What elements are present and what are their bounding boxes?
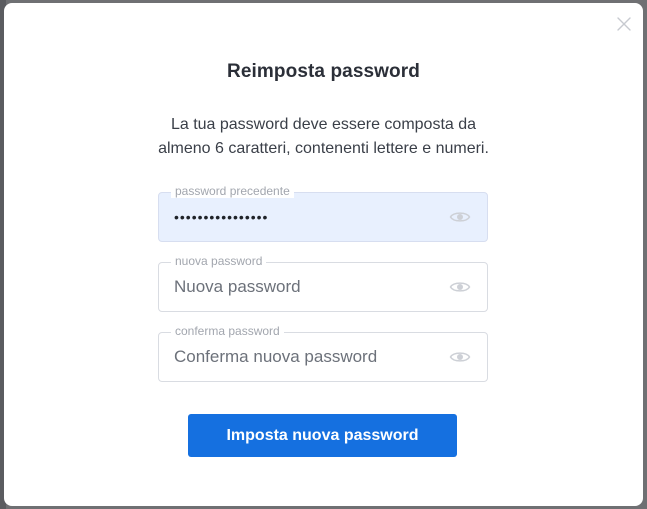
eye-icon xyxy=(449,352,471,362)
close-icon xyxy=(617,17,631,31)
set-new-password-button[interactable]: Imposta nuova password xyxy=(188,414,457,457)
close-button[interactable] xyxy=(615,15,633,33)
confirm-password-field: conferma password xyxy=(158,324,488,382)
description-line-1: La tua password deve essere composta da xyxy=(170,116,477,133)
old-password-visibility-toggle[interactable] xyxy=(449,209,471,225)
eye-icon xyxy=(449,212,471,222)
dialog-description: La tua password deve essere composta da … xyxy=(4,113,643,161)
confirm-password-visibility-toggle[interactable] xyxy=(449,349,471,365)
eye-icon xyxy=(449,282,471,292)
new-password-input[interactable] xyxy=(174,263,444,311)
new-password-field: nuova password xyxy=(158,254,488,312)
dialog-title: Reimposta password xyxy=(227,61,420,82)
description-line-2: almeno 6 caratteri, contenenti lettere e… xyxy=(158,140,489,157)
old-password-field: password precedente xyxy=(158,184,488,242)
old-password-input[interactable] xyxy=(174,193,444,241)
reset-password-dialog: Reimposta password La tua password deve … xyxy=(4,3,643,506)
confirm-password-input[interactable] xyxy=(174,333,444,381)
new-password-visibility-toggle[interactable] xyxy=(449,279,471,295)
